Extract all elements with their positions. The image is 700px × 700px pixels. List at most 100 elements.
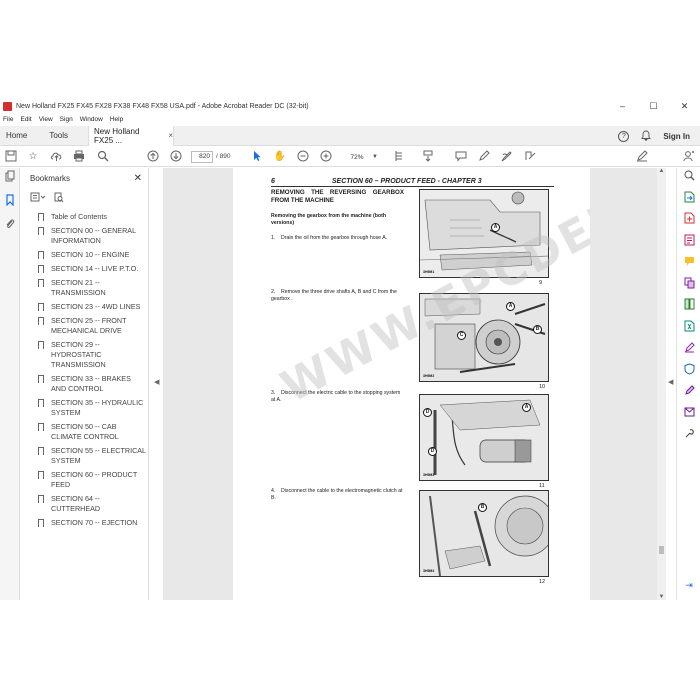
organize-pages-icon[interactable] [677,297,700,319]
close-tab-icon[interactable]: × [168,131,173,140]
search-zoom-icon[interactable] [677,168,700,190]
next-page-icon[interactable] [169,150,183,164]
menu-edit[interactable]: Edit [20,116,31,123]
zoom-dropdown-icon[interactable]: ▼ [372,151,378,163]
fill-sign-icon[interactable] [523,150,537,164]
search-bookmarks-icon[interactable] [54,192,64,205]
help-icon[interactable]: ? [618,130,630,142]
comment-tool-icon[interactable] [454,150,468,164]
bookmark-icon [38,375,44,383]
menu-view[interactable]: View [39,116,53,123]
zoom-out-icon[interactable] [296,150,310,164]
scroll-up-icon[interactable]: ▲ [657,168,666,174]
sign-icon[interactable] [677,383,700,405]
hand-tool-icon[interactable]: ✋ [273,150,287,164]
send-icon[interactable] [677,405,700,427]
close-button[interactable]: ✕ [669,98,700,114]
expand-tools-handle-icon[interactable]: ◀ [668,378,676,386]
bookmarks-icon[interactable] [0,192,20,216]
export-pdf-icon[interactable] [677,190,700,212]
bookmark-options-icon[interactable] [30,192,46,204]
find-icon[interactable] [96,150,110,164]
pdf-page: 6 SECTION 60 – PRODUCT FEED - CHAPTER 3 … [233,168,590,600]
bookmark-label: SECTION 50 -- CAB CLIMATE CONTROL [51,422,119,441]
sign-in-button[interactable]: Sign In [663,132,690,141]
save-icon[interactable] [4,150,18,164]
bookmark-icon [38,399,44,407]
page-total: / 890 [216,153,231,160]
expand-icon[interactable]: ⇥ [677,575,700,597]
page-number-input[interactable]: 820 [191,151,213,163]
bookmark-item[interactable]: SECTION 60 -- PRODUCT FEED [21,470,148,490]
select-cursor-icon[interactable] [250,150,264,164]
print-icon[interactable] [72,150,86,164]
bookmark-icon [38,341,44,349]
procedure-subtitle: Removing the gearbox from the machine (b… [271,213,387,226]
section-title: REMOVING THE REVERSING GEARBOX FROM THE … [271,189,404,204]
bookmark-item[interactable]: SECTION 55 -- ELECTRICAL SYSTEM [21,446,148,466]
acrobat-logo-icon [3,101,12,111]
comment-icon[interactable] [677,254,700,276]
page-display-icon[interactable] [393,150,407,164]
tab-bar-right: ? Sign In [618,126,690,146]
scroll-mode-icon[interactable] [421,150,435,164]
document-view[interactable]: 6 SECTION 60 – PRODUCT FEED - CHAPTER 3 … [163,168,657,600]
instruction-step: 2. Remove the three drive shafts A, B and… [271,289,397,302]
document-tab-label: New Holland FX25 ... [94,126,140,145]
bookmark-item[interactable]: Table of Contents [21,212,148,222]
zoom-in-icon[interactable] [319,150,333,164]
edit-pdf-icon[interactable] [677,233,700,255]
bookmark-item[interactable]: SECTION 23 -- 4WD LINES [21,302,148,312]
notifications-bell-icon[interactable] [641,130,652,143]
figure-callout: C [457,331,466,340]
collapse-panel-handle-icon[interactable]: ◀ [154,378,162,386]
scroll-down-icon[interactable]: ▼ [657,594,666,600]
bookmark-item[interactable]: SECTION 70 -- EJECTION [21,518,148,528]
more-tools-icon[interactable] [677,426,700,448]
bookmark-item[interactable]: SECTION 35 -- HYDRAULIC SYSTEM [21,398,148,418]
menu-window[interactable]: Window [80,116,103,123]
bookmark-item[interactable]: SECTION 29 -- HYDROSTATIC TRANSMISSION [21,340,148,370]
bookmark-icon [38,317,44,325]
menu-help[interactable]: Help [110,116,123,123]
bookmark-label: SECTION 10 -- ENGINE [51,250,130,259]
previous-page-icon[interactable] [146,150,160,164]
compress-pdf-icon[interactable] [677,319,700,341]
menu-file[interactable]: File [3,116,13,123]
bookmark-star-icon[interactable]: ☆ [26,150,40,164]
zoom-level-input[interactable]: 72% [342,151,372,163]
maximize-button[interactable]: ☐ [638,98,669,114]
upload-cloud-icon[interactable] [49,150,63,164]
bookmark-item[interactable]: SECTION 25 -- FRONT MECHANICAL DRIVE [21,316,148,336]
bookmark-label: SECTION 60 -- PRODUCT FEED [51,470,138,489]
bookmark-item[interactable]: SECTION 14 -- LIVE P.T.O. [21,264,148,274]
sign-pen-icon[interactable] [635,150,649,164]
page-number: 6 [271,178,275,185]
tab-document[interactable]: New Holland FX25 ... × [88,125,175,146]
bookmark-item[interactable]: SECTION 64 -- CUTTERHEAD [21,494,148,514]
figure-image: D A D 3H9M3 [419,394,549,481]
minimize-button[interactable]: – [607,98,638,114]
close-panel-icon[interactable]: ✕ [134,168,142,190]
tab-home[interactable]: Home [6,131,27,140]
bookmark-item[interactable]: SECTION 10 -- ENGINE [21,250,148,260]
attachments-icon[interactable] [0,216,20,240]
bookmark-item[interactable]: SECTION 00 -- GENERAL INFORMATION [21,226,148,246]
create-pdf-icon[interactable] [677,211,700,233]
highlight-pen-icon[interactable] [477,150,491,164]
combine-files-icon[interactable] [677,276,700,298]
bookmark-item[interactable]: SECTION 50 -- CAB CLIMATE CONTROL [21,422,148,442]
menu-sign[interactable]: Sign [60,116,73,123]
document-scrollbar[interactable]: ▲ ▼ [657,168,666,600]
share-user-icon[interactable] [682,150,696,164]
figure-code: 3H9M2 [423,374,435,378]
draw-icon[interactable] [500,150,514,164]
bookmark-item[interactable]: SECTION 21 -- TRANSMISSION [21,278,148,298]
scroll-thumb[interactable] [659,546,664,554]
acrobat-window: New Holland FX25 FX45 FX28 FX38 FX48 FX5… [0,98,700,600]
fill-sign-icon[interactable] [677,340,700,362]
protect-icon[interactable] [677,362,700,384]
bookmark-item[interactable]: SECTION 33 -- BRAKES AND CONTROL [21,374,148,394]
tab-tools[interactable]: Tools [49,131,68,140]
page-thumbnails-icon[interactable] [0,168,20,192]
